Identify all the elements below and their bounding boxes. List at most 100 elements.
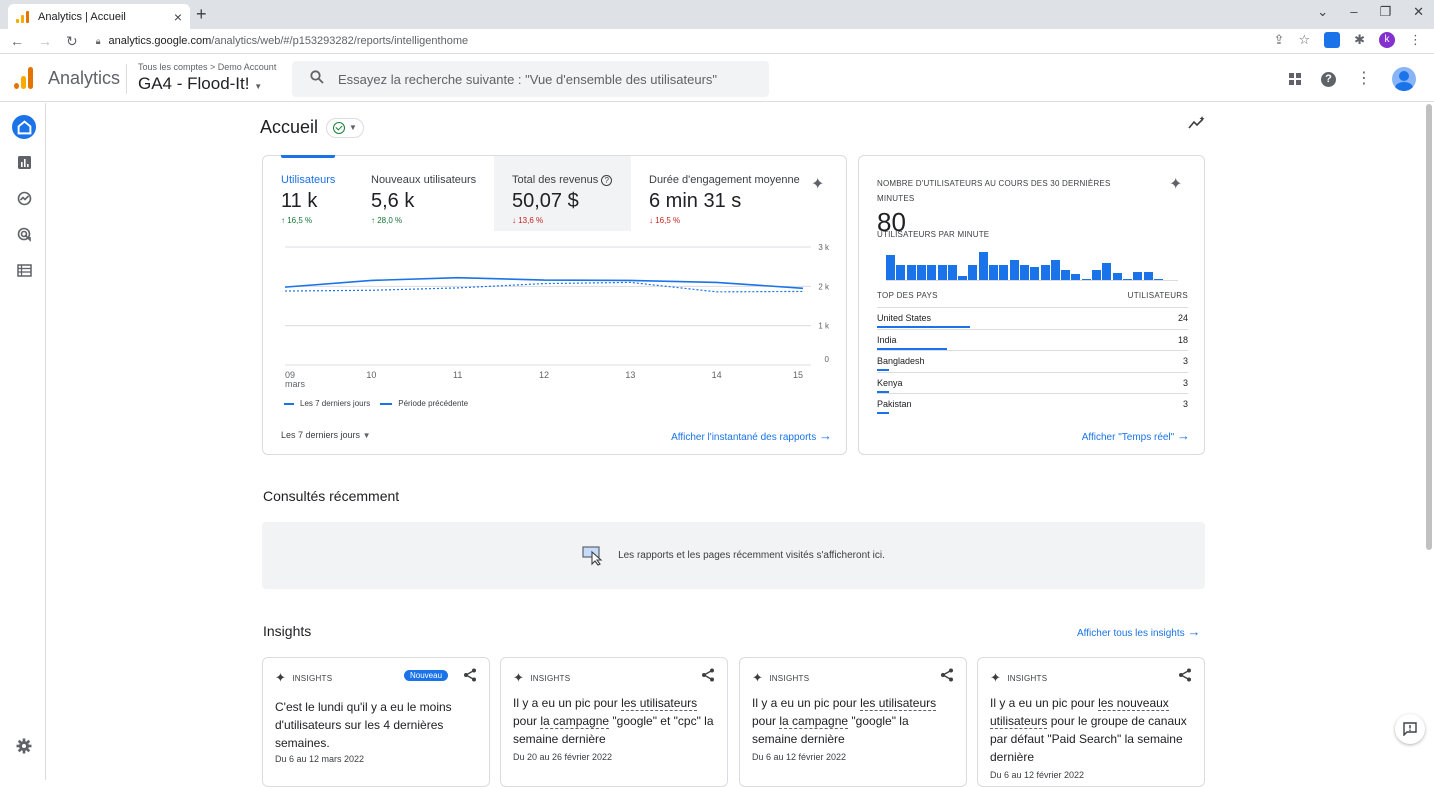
explore-icon[interactable] [12,186,36,210]
feedback-button[interactable] [1395,714,1425,744]
address-bar-row: ← → ↻ 🔒︎ analytics.google.com/analytics/… [0,29,1434,54]
insight-card[interactable]: ✦ INSIGHTS Il y a eu un pic pour les util… [739,657,967,787]
back-icon[interactable]: ← [10,33,24,50]
share-page-icon[interactable]: ⇪ [1274,32,1285,48]
share-icon[interactable] [701,668,715,682]
reports-icon[interactable] [12,150,36,174]
reload-icon[interactable]: ↻ [66,33,78,50]
metric-new-users[interactable]: Nouveaux utilisateurs 5,6 k ↑ 28,0 % [353,156,493,231]
metric-engagement-duration[interactable]: Durée d'engagement moyenne 6 min 31 s ↓ … [631,156,801,231]
tab-search-icon[interactable]: ⌄ [1317,4,1328,20]
status-chip[interactable]: ▼ [326,117,364,138]
share-icon[interactable] [463,668,477,682]
share-icon[interactable] [940,668,954,682]
left-nav-rail [0,103,46,780]
minute-bar [896,265,906,280]
insight-body: C'est le lundi qu'il y a eu le moins d'u… [275,700,452,750]
settings-gear-icon[interactable] [16,738,32,754]
minute-bar [916,265,926,280]
country-name: United States [877,313,932,323]
insights-trend-icon[interactable] [1188,116,1206,130]
home-icon[interactable] [12,115,36,139]
country-count: 24 [1177,313,1188,323]
date-range-selector[interactable]: Les 7 derniers jours ▼ [281,430,370,440]
minimize-icon[interactable]: – [1350,4,1357,20]
country-name: India [877,334,897,345]
close-window-icon[interactable]: ✕ [1413,4,1424,20]
help-circle-icon[interactable]: ? [601,174,613,186]
y-tick-label: 2 k [818,282,830,291]
browser-tab[interactable]: Analytics | Accueil × [8,4,190,29]
account-avatar[interactable] [1392,67,1416,91]
country-row[interactable]: Kenya 3 [877,371,1188,393]
account-breadcrumb[interactable]: Tous les comptes > Demo Account [138,62,276,72]
share-icon[interactable] [1178,668,1192,682]
browser-menu-icon[interactable]: ⋮ [1409,32,1422,48]
legend-solid-swatch [284,402,294,405]
all-insights-link[interactable]: Afficher tous les insights → [1077,624,1200,639]
minute-bar [1092,270,1101,280]
extension-icon[interactable] [1324,32,1341,48]
insights-title: Insights [263,623,312,639]
configure-list-icon[interactable] [12,258,36,282]
x-tick-label: 15 [793,370,803,380]
metric-label: Total des revenus ? [512,174,631,186]
profile-avatar-icon[interactable]: k [1379,32,1395,48]
x-tick-label: 13 [625,370,635,380]
browser-tab-bar: Analytics | Accueil × + ⌄ – ❐ ✕ [0,0,1434,29]
country-row[interactable]: Pakistan 3 [877,393,1188,415]
insight-card[interactable]: ✦ INSIGHTS Nouveau C'est le lundi qu'il y… [262,657,490,787]
minute-bar [906,265,916,280]
property-name: GA4 - Flood-It! [138,74,250,93]
address-bar[interactable]: 🔒︎ analytics.google.com/analytics/web/#/… [96,35,468,47]
minute-bar [1009,260,1019,280]
analytics-logo-icon[interactable] [14,67,34,89]
metric-users[interactable]: Utilisateurs 11 k ↑ 16,5 % [263,155,353,231]
insight-body: Il y a eu un pic pour les nouveaux utili… [990,696,1187,764]
new-tab-button[interactable]: + [196,4,207,24]
lock-icon: 🔒︎ [95,35,101,46]
country-name: Kenya [877,377,903,388]
realtime-link[interactable]: Afficher "Temps réel" → [1082,428,1190,443]
extensions-puzzle-icon[interactable]: ✱ [1354,32,1365,48]
country-name: Bangladesh [877,356,925,367]
legend-current: Les 7 derniers jours [300,399,371,408]
insight-card[interactable]: ✦ INSIGHTS Il y a eu un pic pour les nouv… [977,657,1205,787]
sparkle-icon: ✦ [990,670,1002,685]
minute-bar [1133,272,1143,280]
page-scrollbar[interactable] [1426,104,1432,550]
forward-icon[interactable]: → [38,33,52,50]
minute-bar [999,265,1009,280]
apps-grid-icon[interactable] [1289,73,1301,85]
insight-body: Il y a eu un pic pour les utilisateurs p… [513,696,714,746]
property-selector[interactable]: GA4 - Flood-It! ▼ [138,74,262,94]
country-row[interactable]: Bangladesh 3 [877,350,1188,372]
minute-bar [1102,263,1112,280]
sparkle-icon: ✦ [275,670,287,685]
x-tick-label: 11 [453,370,462,380]
sparkle-icon[interactable]: ✦ [1169,174,1182,194]
url-path: /analytics/web/#/p153293282/reports/inte… [211,35,469,47]
advertising-icon[interactable] [12,222,36,246]
minute-bar [1030,267,1040,280]
metric-change: ↑ 16,5 % [281,216,313,225]
snapshot-link[interactable]: Afficher l'instantané des rapports → [671,428,832,443]
close-tab-icon[interactable]: × [174,9,182,25]
metric-total-revenue[interactable]: Total des revenus ? 50,07 $ ↓ 13,6 % [494,156,631,231]
country-row[interactable]: India 18 [877,328,1188,350]
bookmark-star-icon[interactable]: ☆ [1298,32,1310,48]
x-tick-label: 12 [539,370,549,380]
minute-bar [937,265,947,280]
insight-card[interactable]: ✦ INSIGHTS Il y a eu un pic pour les util… [500,657,728,787]
more-options-icon[interactable]: ⋮ [1356,71,1372,87]
legend-previous: Période précédente [398,399,469,408]
sparkle-icon[interactable]: ✦ [811,174,824,194]
help-icon[interactable]: ? [1321,71,1336,87]
check-circle-icon [333,121,346,134]
search-input[interactable]: Essayez la recherche suivante : "Vue d'e… [292,61,769,97]
country-row[interactable]: United States 24 [877,307,1188,328]
restore-icon[interactable]: ❐ [1379,4,1391,20]
page-title: Accueil [260,117,319,137]
minute-bar [886,255,895,280]
chevron-down-icon: ▼ [362,431,371,440]
